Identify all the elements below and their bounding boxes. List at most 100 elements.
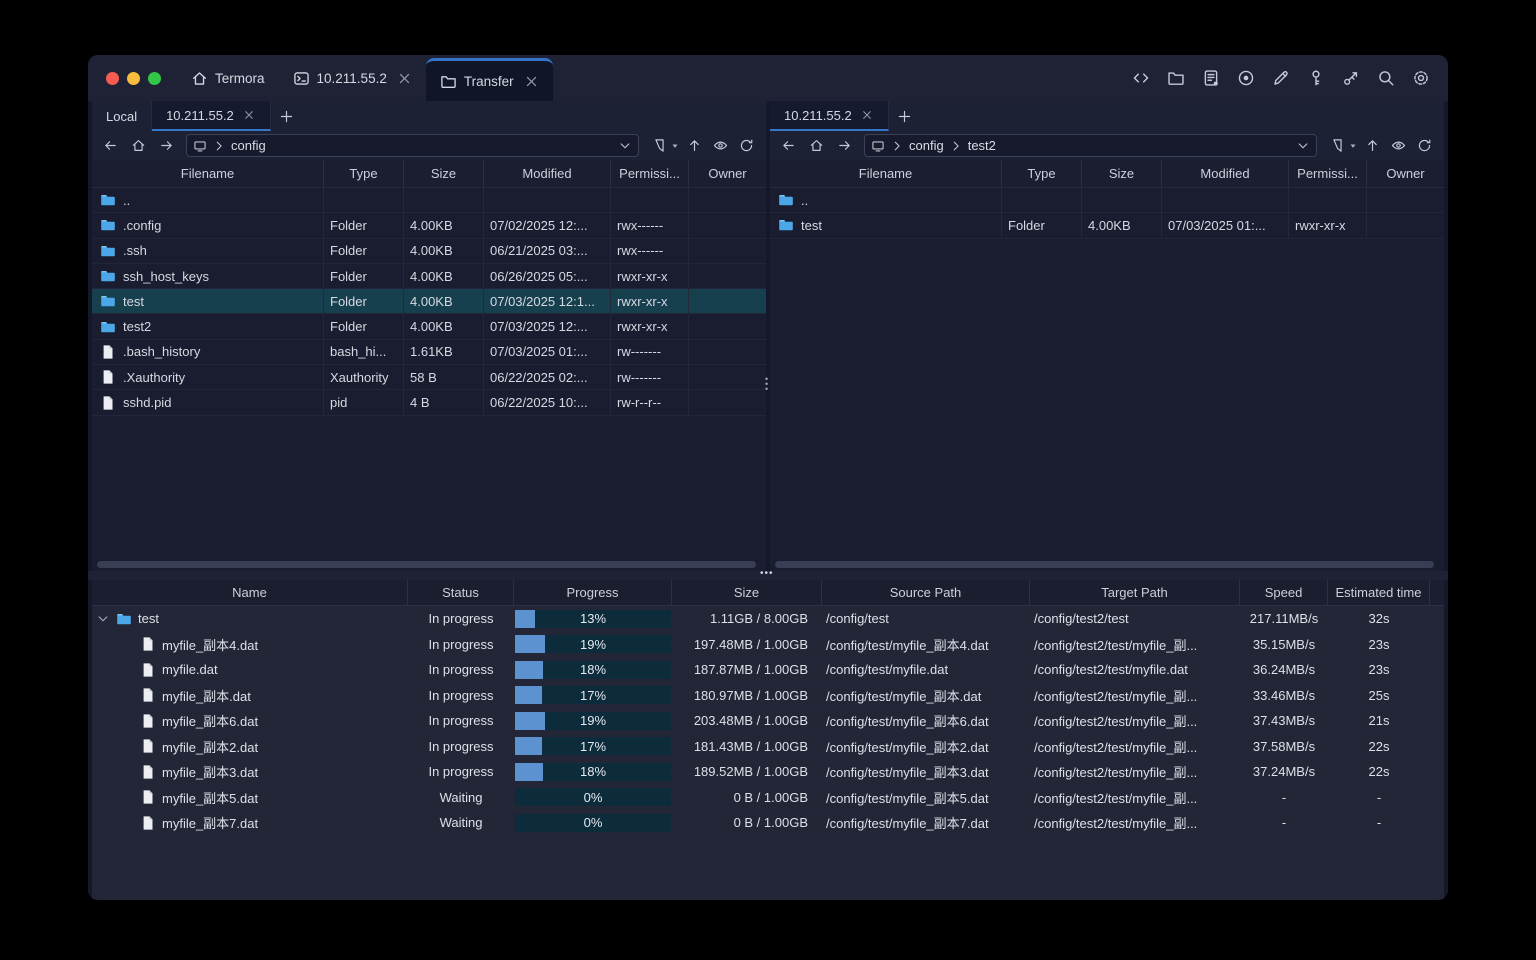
breadcrumb-segment[interactable]: config — [909, 138, 944, 153]
transfer-row[interactable]: myfile_副本2.dat In progress 17% 181.43MB / 1… — [92, 734, 1444, 760]
column-header-type[interactable]: Type — [1002, 160, 1082, 187]
refresh-button[interactable] — [734, 135, 758, 157]
transfer-column-estimated-time[interactable]: Estimated time — [1328, 580, 1430, 605]
column-header-permissi-[interactable]: Permissi... — [611, 160, 689, 187]
transfer-status: Waiting — [439, 789, 483, 805]
horizontal-scrollbar-thumb[interactable] — [97, 561, 756, 568]
left-pane-tab-10-211-55-2[interactable]: 10.211.55.2 — [152, 101, 271, 131]
left-breadcrumb-field[interactable]: config — [186, 134, 639, 157]
column-header-modified[interactable]: Modified — [1162, 160, 1289, 187]
file-row[interactable]: .ssh Folder 4.00KB 06/21/2025 03:... rwx----… — [92, 238, 766, 264]
transfer-column-progress[interactable]: Progress — [514, 580, 672, 605]
transfer-row[interactable]: myfile.dat In progress 18% 187.87MB / 1.00G… — [92, 657, 1444, 683]
titlebar-tab-10-211-55-2[interactable]: 10.211.55.2 — [279, 55, 426, 101]
column-header-size[interactable]: Size — [1082, 160, 1162, 187]
transfer-row[interactable]: myfile_副本4.dat In progress 19% 197.48MB / 1… — [92, 632, 1444, 658]
column-header-type[interactable]: Type — [324, 160, 404, 187]
new-tab-button[interactable] — [553, 55, 587, 101]
refresh-button[interactable] — [1412, 135, 1436, 157]
show-hidden-button[interactable] — [708, 135, 732, 157]
folder-button[interactable] — [1165, 67, 1187, 89]
file-modified: 06/22/2025 10:... — [484, 390, 611, 415]
horizontal-splitter[interactable]: ••• — [88, 568, 1448, 580]
close-icon[interactable] — [396, 70, 413, 87]
transfer-row[interactable]: myfile_副本6.dat In progress 19% 203.48MB / 1… — [92, 708, 1444, 734]
titlebar-tab-termora[interactable]: Termora — [177, 55, 279, 101]
file-size: 4.00KB — [404, 213, 484, 238]
code-button[interactable] — [1130, 67, 1152, 89]
transfer-column-status[interactable]: Status — [408, 580, 514, 605]
home-button[interactable] — [126, 135, 150, 157]
transfer-row[interactable]: myfile_副本7.dat Waiting 0% 0 B / 1.00GB/conf… — [92, 810, 1444, 836]
show-hidden-button[interactable] — [1386, 135, 1410, 157]
file-row[interactable]: .. — [92, 188, 766, 214]
file-row[interactable]: .config Folder 4.00KB 07/02/2025 12:... rwx-… — [92, 213, 766, 239]
right-pane-tab-10-211-55-2[interactable]: 10.211.55.2 — [770, 101, 889, 131]
breadcrumb-segment[interactable]: test2 — [968, 138, 996, 153]
transfer-column-source-path[interactable]: Source Path — [822, 580, 1030, 605]
transfer-row[interactable]: myfile_副本.dat In progress 17% 180.97MB / 1.… — [92, 683, 1444, 709]
close-icon[interactable] — [523, 73, 540, 90]
settings-button[interactable] — [1410, 67, 1432, 89]
traffic-light-zoom[interactable] — [148, 71, 161, 85]
chevron-down-icon[interactable] — [1296, 139, 1310, 153]
upload-button[interactable] — [682, 135, 706, 157]
traffic-light-close[interactable] — [106, 71, 119, 85]
bookmark-button[interactable] — [647, 135, 671, 157]
titlebar-tab-transfer[interactable]: Transfer — [425, 58, 553, 101]
forward-button[interactable] — [154, 135, 178, 157]
file-row[interactable]: .Xauthority Xauthority 58 B 06/22/2025 02:.… — [92, 365, 766, 391]
key-button[interactable] — [1305, 67, 1327, 89]
file-row[interactable]: ssh_host_keys Folder 4.00KB 06/26/2025 05:.… — [92, 263, 766, 290]
transfer-row[interactable]: myfile_副本5.dat Waiting 0% 0 B / 1.00GB/conf… — [92, 785, 1444, 811]
upload-button[interactable] — [1360, 135, 1384, 157]
edit-button[interactable] — [1270, 67, 1292, 89]
column-header-filename[interactable]: Filename — [92, 160, 324, 187]
search-button[interactable] — [1375, 67, 1397, 89]
column-header-permissi-[interactable]: Permissi... — [1289, 160, 1367, 187]
log-button[interactable] — [1200, 67, 1222, 89]
column-header-modified[interactable]: Modified — [484, 160, 611, 187]
caret-down-icon[interactable] — [1348, 141, 1358, 151]
file-row[interactable]: test Folder 4.00KB 07/03/2025 01:... rwxr-xr… — [770, 213, 1444, 239]
close-icon[interactable] — [242, 108, 256, 122]
horizontal-splitter-handle[interactable]: ••• — [760, 568, 774, 579]
file-row[interactable]: test2 Folder 4.00KB 07/03/2025 12:... rwxr-x… — [92, 314, 766, 340]
column-header-owner[interactable]: Owner — [689, 160, 766, 187]
left-pane-tab-local[interactable]: Local — [92, 101, 153, 131]
traffic-light-minimize[interactable] — [127, 71, 140, 85]
file-row[interactable]: .. — [770, 188, 1444, 214]
back-button[interactable] — [98, 135, 122, 157]
back-button[interactable] — [776, 135, 800, 157]
file-row[interactable]: .bash_history bash_hi... 1.61KB 07/03/2025 … — [92, 339, 766, 366]
transfer-column-target-path[interactable]: Target Path — [1030, 580, 1240, 605]
chevron-down-icon[interactable] — [618, 139, 632, 153]
right-breadcrumb-field[interactable]: config test2 — [864, 134, 1317, 157]
right-pane-new-tab-button[interactable] — [889, 101, 921, 131]
forward-button[interactable] — [832, 135, 856, 157]
expand-chevron-icon[interactable] — [96, 612, 110, 626]
keychain-button[interactable] — [1340, 67, 1362, 89]
transfer-column-speed[interactable]: Speed — [1240, 580, 1328, 605]
left-pane-new-tab-button[interactable] — [271, 101, 303, 131]
file-row[interactable]: sshd.pid pid 4 B 06/22/2025 10:... rw-r--r-- — [92, 390, 766, 416]
caret-down-icon[interactable] — [670, 141, 680, 151]
column-header-filename[interactable]: Filename — [770, 160, 1002, 187]
horizontal-scrollbar-thumb[interactable] — [775, 561, 1434, 568]
close-icon[interactable] — [860, 108, 874, 122]
search-icon — [1377, 69, 1395, 87]
column-header-owner[interactable]: Owner — [1367, 160, 1444, 187]
transfer-column-size[interactable]: Size — [672, 580, 822, 605]
transfer-column-name[interactable]: Name — [92, 580, 408, 605]
vertical-splitter-handle[interactable]: • • • — [765, 375, 768, 394]
right-file-table-body: .. test Folder 4.00KB 07/03/2025 01:... rwxr-… — [770, 188, 1444, 571]
file-row[interactable]: test Folder 4.00KB 07/03/2025 12:1... rwxr-x… — [92, 289, 766, 315]
home-button[interactable] — [804, 135, 828, 157]
column-header-size[interactable]: Size — [404, 160, 484, 187]
record-button[interactable] — [1235, 67, 1257, 89]
file-modified — [484, 188, 611, 213]
bookmark-button[interactable] — [1325, 135, 1349, 157]
transfer-row[interactable]: test In progress 13% 1.11GB / 8.00GB/config… — [92, 606, 1444, 632]
transfer-row[interactable]: myfile_副本3.dat In progress 18% 189.52MB / 1… — [92, 759, 1444, 785]
breadcrumb-segment[interactable]: config — [231, 138, 266, 153]
